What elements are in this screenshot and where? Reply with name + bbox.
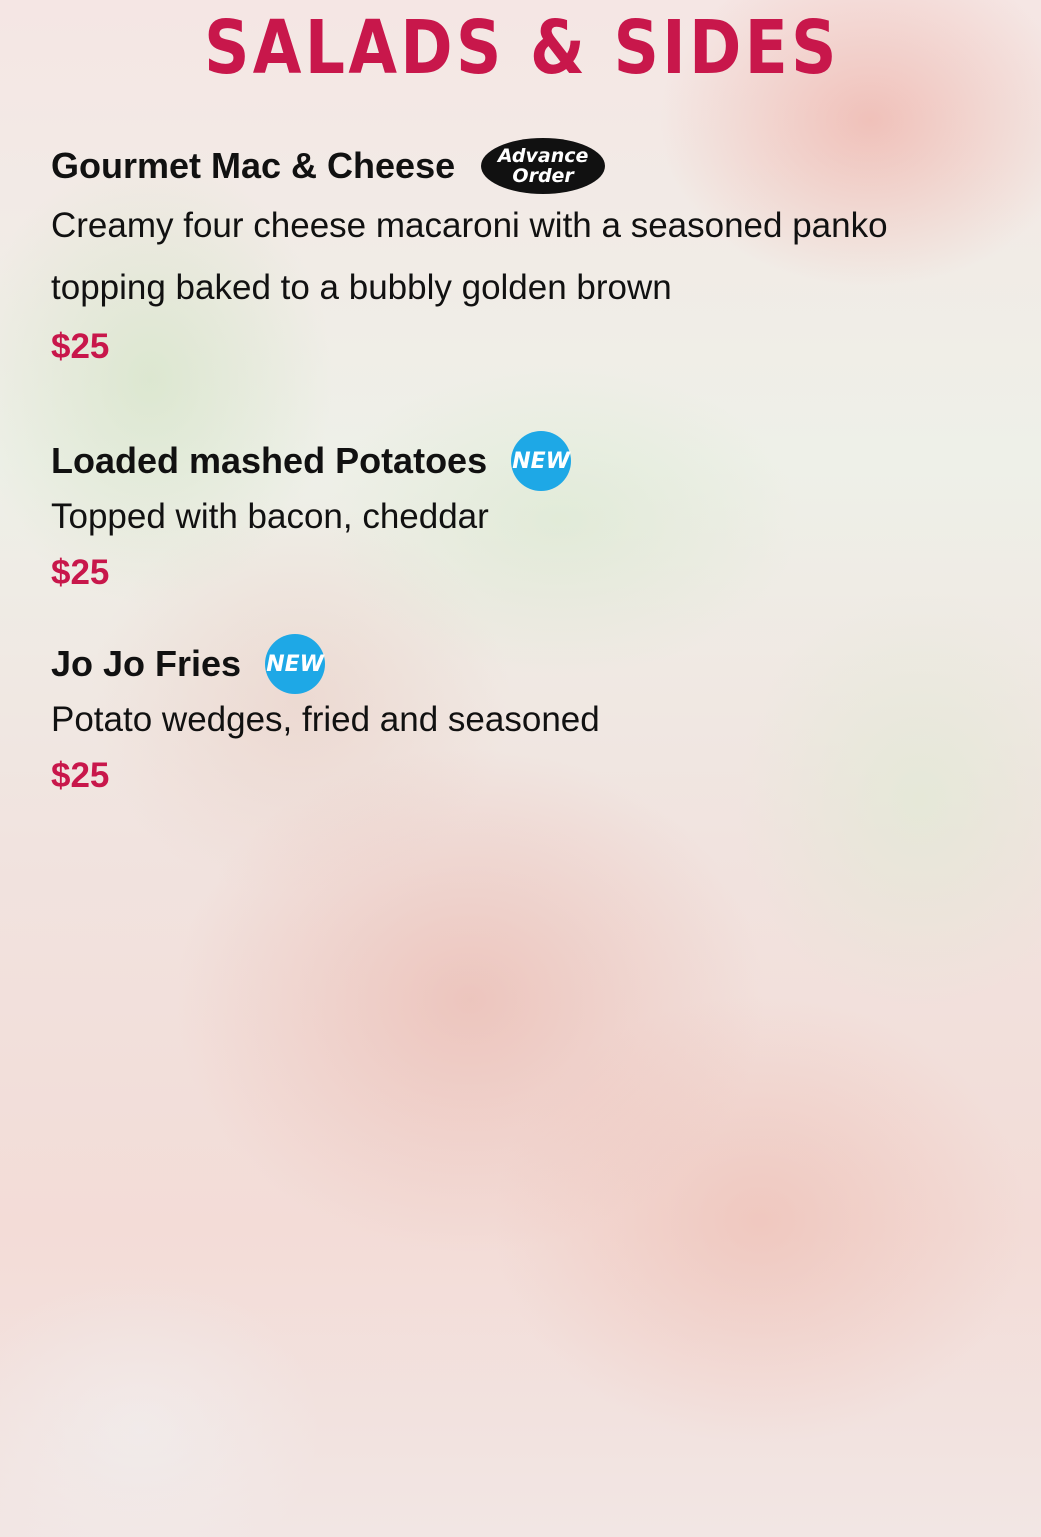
menu-item-price: $25 [51, 553, 110, 592]
description-line: Creamy four cheese macaroni with a seaso… [51, 206, 888, 245]
advance-order-badge-line2: Order [512, 165, 574, 187]
menu-item-jojo-fries: Jo Jo Fries NEW Potato wedges, fried and… [51, 634, 1021, 804]
menu-item-description: Topped with bacon, cheddar [51, 497, 489, 536]
menu-item-header: Gourmet Mac & Cheese Advance Order [51, 138, 1021, 194]
advance-order-badge-line1: Advance [497, 145, 589, 167]
menu-item-name: Loaded mashed Potatoes [51, 440, 488, 481]
menu-item-description: Creamy four cheese macaroni with a seaso… [51, 195, 1021, 319]
page-title: SALADS & SIDES [204, 5, 840, 91]
menu-item-description: Potato wedges, fried and seasoned [51, 700, 600, 739]
menu-item-header: Jo Jo Fries NEW [51, 634, 1021, 694]
menu-item-price: $25 [51, 327, 110, 366]
advance-order-badge: Advance Order [481, 138, 606, 194]
description-line: topping baked to a bubbly golden brown [51, 268, 672, 307]
menu-item-price: $25 [51, 756, 110, 795]
new-badge: NEW [511, 431, 572, 491]
menu-page: SALADS & SIDES Gourmet Mac & Cheese Adva… [0, 0, 1041, 1537]
menu-item-loaded-potatoes: Loaded mashed Potatoes NEW Topped with b… [51, 431, 1021, 601]
menu-item-name: Gourmet Mac & Cheese [51, 145, 456, 186]
new-badge: NEW [265, 634, 326, 694]
menu-item-name: Jo Jo Fries [51, 643, 242, 684]
menu-item-mac-cheese: Gourmet Mac & Cheese Advance Order Cream… [51, 138, 1021, 375]
menu-item-header: Loaded mashed Potatoes NEW [51, 431, 1021, 491]
